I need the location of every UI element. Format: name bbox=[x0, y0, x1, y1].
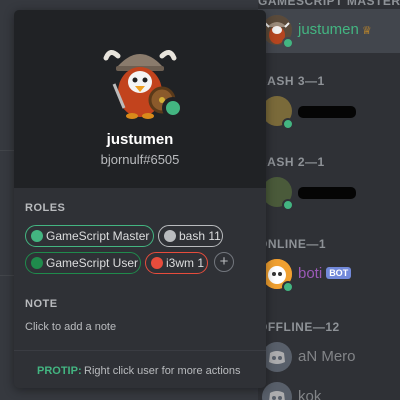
group-header-online: ONLINE—1 bbox=[258, 237, 327, 251]
protip-label: PROTIP: bbox=[37, 365, 82, 377]
member-name: justumen ♕ bbox=[298, 21, 372, 38]
role-name: i3wm 1 bbox=[166, 256, 205, 270]
role-color-dot bbox=[31, 257, 43, 269]
online-status-icon bbox=[282, 37, 294, 49]
bot-tag: BOT bbox=[326, 267, 352, 279]
redacted-name bbox=[298, 106, 356, 118]
online-status-icon bbox=[282, 118, 294, 130]
chat-divider bbox=[0, 275, 14, 276]
role-pill-gamescript-user[interactable]: GameScript User bbox=[25, 252, 141, 274]
role-color-dot bbox=[164, 230, 176, 242]
role-pill-gamescript-master[interactable]: GameScript Master bbox=[25, 225, 154, 247]
member-name: boti BOT bbox=[298, 265, 352, 282]
discord-avatar-icon bbox=[262, 342, 292, 372]
group-header-offline: OFFLINE—12 bbox=[258, 320, 340, 334]
note-input[interactable]: Click to add a note bbox=[25, 321, 116, 333]
user-popout: justumen bjornulf#6505 ROLES GameScript … bbox=[14, 10, 266, 388]
popout-footer: PROTIP: Right click user for more action… bbox=[14, 350, 266, 388]
role-color-dot bbox=[31, 230, 43, 242]
member-kok[interactable]: kok bbox=[258, 376, 400, 400]
online-status-icon bbox=[282, 281, 294, 293]
popout-header: justumen bjornulf#6505 bbox=[14, 10, 266, 188]
chat-divider bbox=[0, 150, 14, 151]
member-an-mero[interactable]: aN Mero bbox=[258, 336, 400, 380]
role-pill-i3wm-1[interactable]: i3wm 1 bbox=[145, 252, 208, 274]
online-status-icon bbox=[162, 97, 184, 119]
crown-icon: ♕ bbox=[361, 25, 372, 37]
member-justumen[interactable]: justumen ♕ bbox=[258, 9, 400, 53]
member-boti[interactable]: boti BOT bbox=[258, 253, 400, 297]
group-header-bash-2: BASH 2—1 bbox=[258, 155, 325, 169]
member-name: kok bbox=[298, 388, 322, 400]
popout-discriminator: bjornulf#6505 bbox=[100, 152, 180, 167]
role-name: GameScript User bbox=[46, 256, 139, 270]
popout-username: justumen bbox=[106, 131, 174, 148]
redacted-name bbox=[298, 187, 356, 199]
group-header-gamescript-master: GAMESCRIPT MASTER bbox=[258, 0, 400, 8]
note-title: NOTE bbox=[25, 298, 58, 310]
protip-text: Right click user for more actions bbox=[84, 365, 241, 377]
member-name: aN Mero bbox=[298, 348, 356, 365]
member-list[interactable]: GAMESCRIPT MASTER justumen ♕ BASH 3—1 BAS… bbox=[258, 0, 400, 400]
plus-icon[interactable]: + bbox=[214, 252, 234, 272]
online-status-icon bbox=[282, 199, 294, 211]
roles-title: ROLES bbox=[25, 202, 66, 214]
role-color-dot bbox=[151, 257, 163, 269]
role-name: bash 11 bbox=[179, 229, 221, 243]
member-redacted[interactable] bbox=[258, 171, 400, 215]
discord-avatar-icon bbox=[262, 382, 292, 400]
role-pill-bash-11[interactable]: bash 11 bbox=[158, 225, 223, 247]
group-header-bash-3: BASH 3—1 bbox=[258, 74, 325, 88]
role-name: GameScript Master bbox=[46, 229, 150, 243]
member-redacted[interactable] bbox=[258, 90, 400, 134]
